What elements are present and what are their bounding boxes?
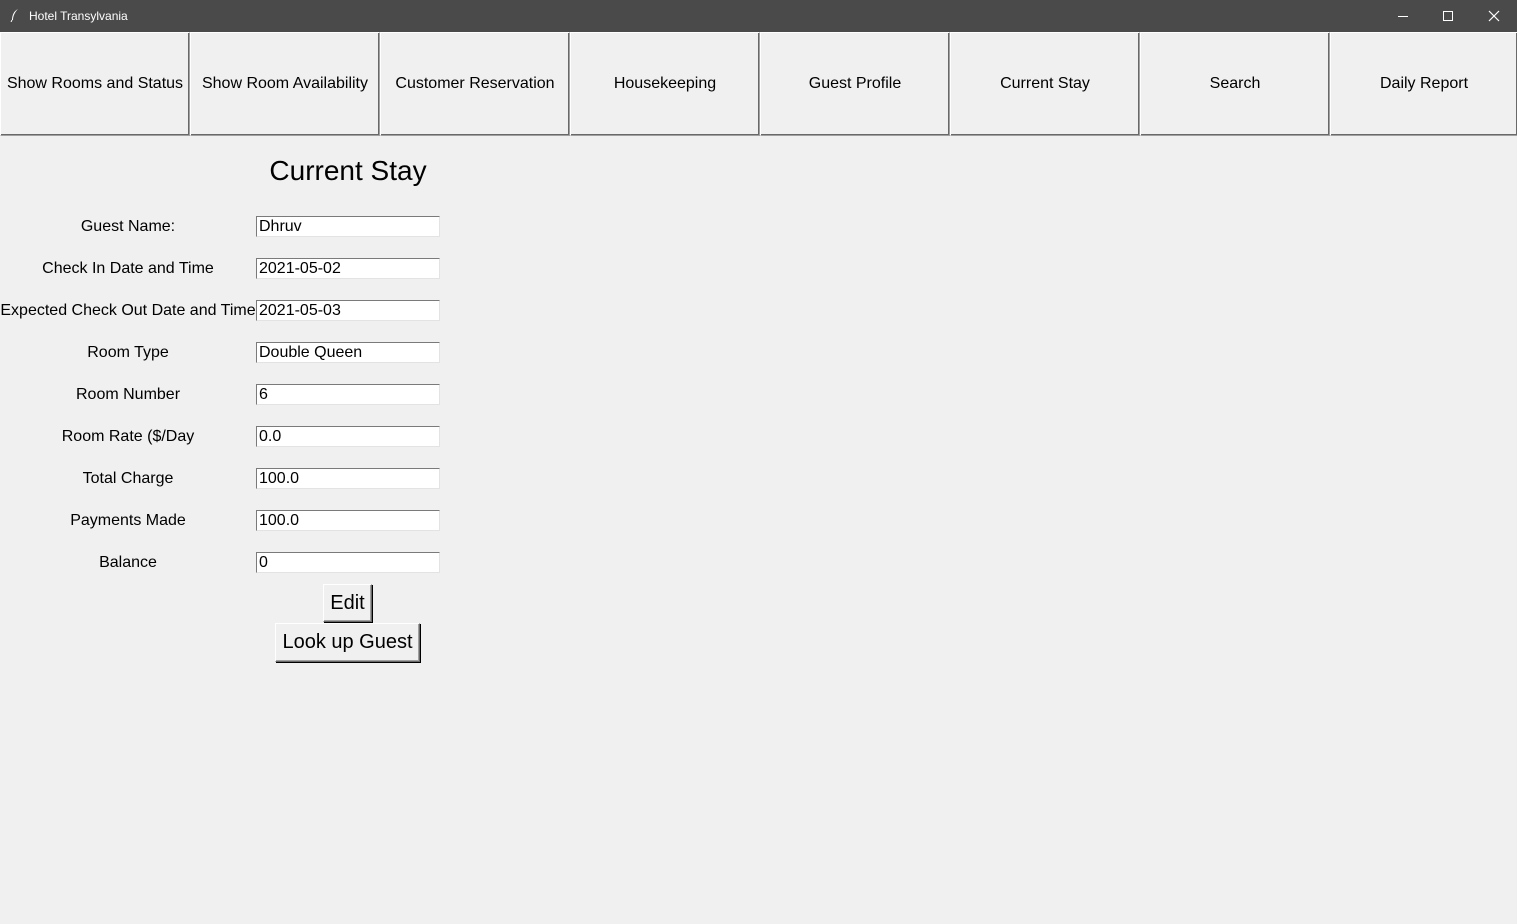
feather-icon <box>10 8 20 23</box>
window-titlebar: Hotel Transylvania <box>0 0 1517 32</box>
minimize-icon <box>1398 16 1408 17</box>
check-in-label: Check In Date and Time <box>42 260 214 277</box>
tab-search[interactable]: Search <box>1140 32 1330 136</box>
expected-check-out-label: Expected Check Out Date and Time <box>0 302 256 319</box>
tab-housekeeping[interactable]: Housekeeping <box>570 32 760 136</box>
balance-label: Balance <box>99 554 157 571</box>
maximize-button[interactable] <box>1425 0 1471 32</box>
tab-guest-profile[interactable]: Guest Profile <box>760 32 950 136</box>
minimize-button[interactable] <box>1380 0 1426 32</box>
expected-check-out-field[interactable] <box>256 300 440 321</box>
maximize-icon <box>1443 11 1453 21</box>
room-rate-label: Room Rate ($/Day <box>61 428 195 445</box>
tab-show-rooms-and-status[interactable]: Show Rooms and Status <box>0 32 190 136</box>
room-type-label: Room Type <box>87 344 169 361</box>
tab-show-room-availability[interactable]: Show Room Availability <box>190 32 380 136</box>
window-title: Hotel Transylvania <box>29 9 128 23</box>
room-number-label: Room Number <box>75 386 181 403</box>
total-charge-field[interactable] <box>256 468 440 489</box>
look-up-guest-button[interactable]: Look up Guest <box>275 623 420 662</box>
main-nav: Show Rooms and Status Show Room Availabi… <box>0 32 1517 136</box>
tab-daily-report[interactable]: Daily Report <box>1330 32 1517 136</box>
close-button[interactable] <box>1471 0 1517 32</box>
room-number-field[interactable] <box>256 384 440 405</box>
close-icon <box>1488 10 1500 22</box>
balance-field[interactable] <box>256 552 440 573</box>
guest-name-field[interactable] <box>256 216 440 237</box>
payments-made-label: Payments Made <box>70 512 186 529</box>
edit-button[interactable]: Edit <box>323 584 372 622</box>
total-charge-label: Total Charge <box>82 470 174 487</box>
tab-customer-reservation[interactable]: Customer Reservation <box>380 32 570 136</box>
room-type-field[interactable] <box>256 342 440 363</box>
guest-name-label: Guest Name: <box>80 218 176 235</box>
page-title: Current Stay <box>269 155 427 186</box>
payments-made-field[interactable] <box>256 510 440 531</box>
room-rate-field[interactable] <box>256 426 440 447</box>
tab-current-stay[interactable]: Current Stay <box>950 32 1140 136</box>
check-in-field[interactable] <box>256 258 440 279</box>
